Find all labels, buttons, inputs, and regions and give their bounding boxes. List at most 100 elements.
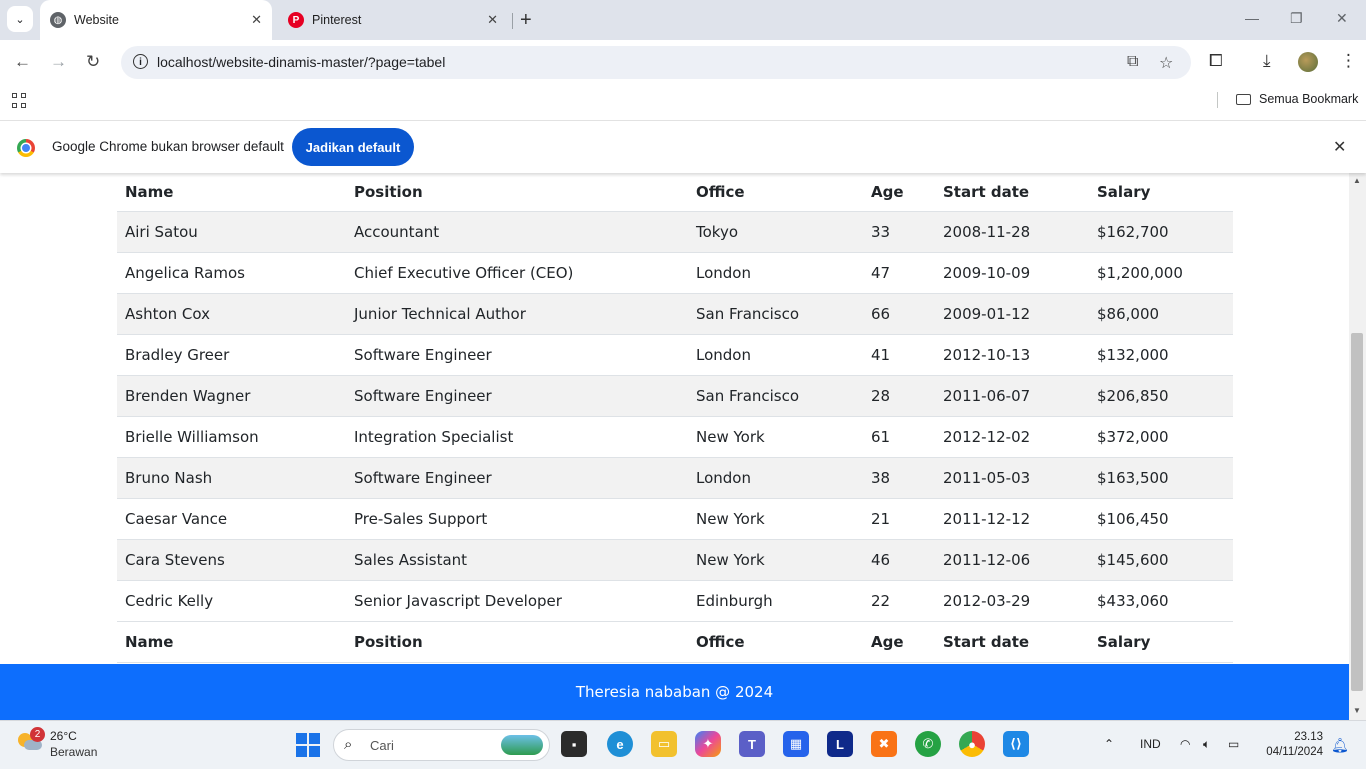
taskbar-search[interactable]: ⌕ Cari [333,729,550,761]
close-window-icon[interactable]: ✕ [1336,10,1348,27]
cell-office: New York [688,498,863,540]
downloads-icon[interactable]: ⤓ [1263,51,1271,71]
battery-icon[interactable]: ▭ [1228,737,1239,751]
language-indicator[interactable]: IND [1140,737,1161,751]
bookmark-star-icon[interactable]: ☆ [1159,53,1173,73]
header-age[interactable]: Age [863,173,935,212]
table-header-row: Name Position Office Age Start date Sala… [117,173,1233,212]
cell-office: London [688,334,863,376]
cell-name: Ashton Cox [117,293,346,335]
scrollbar-thumb[interactable] [1351,333,1363,691]
footer-header-salary: Salary [1089,621,1233,663]
set-default-button[interactable]: Jadikan default [292,128,414,166]
cell-start-date: 2011-12-06 [935,539,1089,581]
back-button[interactable]: ← [14,52,31,72]
cell-name: Bruno Nash [117,457,346,499]
cell-office: Edinburgh [688,580,863,622]
footer-header-name: Name [117,621,346,663]
menu-kebab-icon[interactable]: ⋮ [1340,51,1357,71]
restore-icon[interactable]: ❐ [1290,10,1303,27]
close-infobar-icon[interactable]: ✕ [1333,137,1346,157]
file-explorer-icon[interactable]: ▭ [651,731,677,757]
cell-office: London [688,252,863,294]
weather-badge: 2 [30,727,45,742]
cell-office: San Francisco [688,293,863,335]
site-info-icon[interactable]: i [133,54,148,69]
cell-position: Integration Specialist [346,416,688,458]
volume-icon[interactable]: 🔈︎ [1203,737,1210,752]
url-text[interactable]: localhost/website-dinamis-master/?page=t… [157,54,445,70]
table-row: Angelica Ramos Chief Executive Officer (C… [117,252,1233,294]
start-button[interactable] [296,733,320,757]
scroll-down-icon[interactable]: ▼ [1353,706,1361,715]
close-tab-icon[interactable]: ✕ [487,12,498,28]
cell-start-date: 2012-12-02 [935,416,1089,458]
weather-desc[interactable]: Berawan [50,745,97,759]
clock-time: 23.13 [1294,731,1323,743]
profile-avatar[interactable] [1298,52,1318,72]
windows-taskbar: 2 26°C Berawan ⌕ Cari ▪ e ▭ ✦ T ▦ L ✖ ✆ … [0,720,1366,769]
cell-salary: $86,000 [1089,293,1233,335]
cell-age: 22 [863,580,935,622]
footer-header-office: Office [688,621,863,663]
cell-name: Brielle Williamson [117,416,346,458]
l-app-icon[interactable]: L [827,731,853,757]
copilot-icon[interactable]: ✦ [695,731,721,757]
chrome-logo-icon [17,139,35,157]
bookmarks-bar: Semua Bookmark [0,85,1366,121]
xampp-icon[interactable]: ✖ [871,731,897,757]
tab-title: Pinterest [312,13,362,27]
taskbar-clock[interactable]: 23.13 04/11/2024 [1266,730,1323,760]
pinterest-favicon-icon: P [288,12,304,28]
hidden-icons-chevron-icon[interactable]: ⌃ [1104,737,1114,751]
close-tab-icon[interactable]: ✕ [251,12,262,28]
store-icon[interactable]: ▦ [783,731,809,757]
header-start-date[interactable]: Start date [935,173,1089,212]
cell-salary: $145,600 [1089,539,1233,581]
header-salary[interactable]: Salary [1089,173,1233,212]
minimize-icon[interactable]: — [1245,10,1259,26]
folder-icon [1236,93,1251,105]
cell-age: 66 [863,293,935,335]
task-view-icon[interactable]: ▪ [561,731,587,757]
all-bookmarks-folder[interactable]: Semua Bookmark [1236,92,1358,106]
default-browser-infobar: Google Chrome bukan browser default Jadi… [0,121,1366,173]
globe-favicon-icon: ◍ [50,12,66,28]
forward-button[interactable]: → [50,52,67,72]
browser-toolbar: ← → ↻ i localhost/website-dinamis-master… [0,40,1366,85]
table-row: Airi Satou Accountant Tokyo 33 2008-11-28 $16… [117,211,1233,253]
notification-bell-icon[interactable]: 🔔︎ [1331,737,1349,754]
cell-start-date: 2009-01-12 [935,293,1089,335]
teams-icon[interactable]: T [739,731,765,757]
cell-age: 21 [863,498,935,540]
vscode-icon[interactable]: ⟨⟩ [1003,731,1029,757]
cell-office: New York [688,416,863,458]
cell-salary: $163,500 [1089,457,1233,499]
cell-age: 38 [863,457,935,499]
cell-salary: $132,000 [1089,334,1233,376]
scroll-up-icon[interactable]: ▲ [1353,176,1361,185]
edge-icon[interactable]: e [607,731,633,757]
tab-search-dropdown-icon[interactable]: ⌄ [7,6,33,32]
table-footer-row: Name Position Office Age Start date Sala… [117,621,1233,663]
new-tab-button[interactable]: + [520,9,532,32]
cell-position: Software Engineer [346,375,688,417]
wifi-icon[interactable]: ◠ [1180,737,1190,751]
extensions-icon[interactable]: ⧠ [1209,51,1223,71]
cell-age: 33 [863,211,935,253]
tab-pinterest[interactable]: P Pinterest ✕ [278,0,508,40]
whatsapp-icon[interactable]: ✆ [915,731,941,757]
tab-strip: ⌄ ◍ Website ✕ P Pinterest ✕ + — ❐ ✕ [0,0,1366,40]
chrome-icon[interactable]: ● [959,731,985,757]
header-name[interactable]: Name [117,173,346,212]
footer-header-start-date: Start date [935,621,1089,663]
weather-temp[interactable]: 26°C [50,729,77,743]
tab-website[interactable]: ◍ Website ✕ [40,0,272,40]
translate-icon[interactable]: ⧉ [1127,53,1138,71]
header-position[interactable]: Position [346,173,688,212]
page-scrollbar[interactable]: ▲ ▼ [1349,173,1366,720]
apps-grid-icon[interactable] [12,93,28,109]
header-office[interactable]: Office [688,173,863,212]
reload-button[interactable]: ↻ [86,52,100,72]
address-bar[interactable]: i localhost/website-dinamis-master/?page… [121,46,1191,79]
